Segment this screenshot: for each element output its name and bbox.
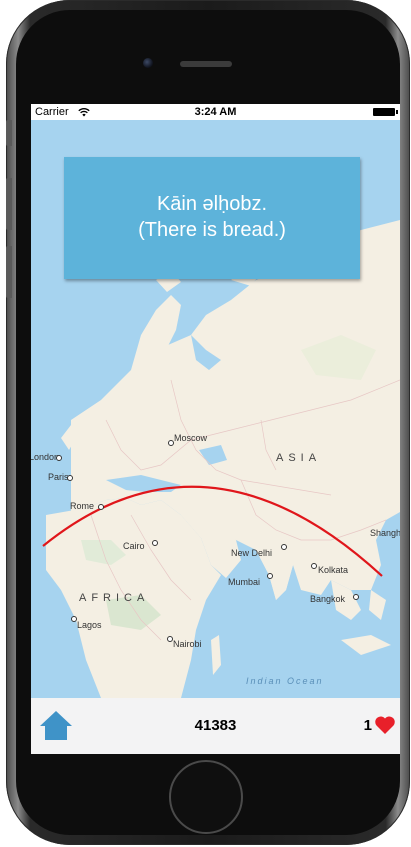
city-mumbai: Mumbai — [228, 577, 261, 587]
city-dot-london — [56, 455, 62, 461]
lives-count: 1 — [363, 716, 372, 734]
label-africa: AFRICA — [79, 592, 150, 604]
battery-icon — [373, 108, 398, 116]
volume-up-button — [6, 178, 12, 230]
city-dot-paris — [67, 475, 73, 481]
front-camera — [143, 58, 153, 68]
phrase-translation: (There is bread.) — [138, 219, 286, 241]
city-dot-new-delhi — [281, 544, 287, 550]
city-shanghai: Shangh — [370, 528, 400, 538]
label-asia: ASIA — [276, 452, 322, 464]
city-new-delhi: New Delhi — [231, 548, 273, 558]
city-london: London — [31, 452, 60, 462]
screen: Carrier 3:24 AM Kāin əlḥobz. (There is b… — [31, 104, 400, 754]
city-nairobi: Nairobi — [173, 639, 202, 649]
lives-indicator: 1 — [364, 710, 396, 740]
earpiece-speaker — [180, 61, 232, 67]
hardware-home-button[interactable] — [169, 760, 243, 834]
city-moscow: Moscow — [174, 433, 208, 443]
mute-switch — [6, 120, 12, 146]
city-dot-rome — [98, 504, 104, 510]
heart-icon — [375, 716, 395, 734]
bottom-bar: 41383 1 — [31, 698, 400, 754]
city-bangkok: Bangkok — [310, 594, 346, 604]
city-dot-cairo — [152, 540, 158, 546]
city-lagos: Lagos — [77, 620, 102, 630]
volume-down-button — [6, 246, 12, 298]
phrase-original: Kāin əlḥobz. — [156, 193, 268, 215]
label-indian-ocean: Indian Ocean — [246, 676, 324, 686]
city-cairo: Cairo — [123, 541, 145, 551]
score-display: 41383 — [194, 717, 237, 734]
city-dot-kolkata — [311, 563, 317, 569]
status-time: 3:24 AM — [194, 106, 237, 118]
city-paris: Paris — [48, 472, 69, 482]
city-rome: Rome — [70, 501, 95, 511]
city-dot-mumbai — [267, 573, 273, 579]
city-kolkata: Kolkata — [318, 565, 349, 575]
status-bar: Carrier 3:24 AM — [31, 104, 400, 120]
phrase-card[interactable]: Kāin əlḥobz. (There is bread.) — [64, 157, 360, 279]
world-map[interactable]: Kāin əlḥobz. (There is bread.) ASIA AFRI… — [31, 120, 400, 698]
city-dot-bangkok — [353, 594, 359, 600]
